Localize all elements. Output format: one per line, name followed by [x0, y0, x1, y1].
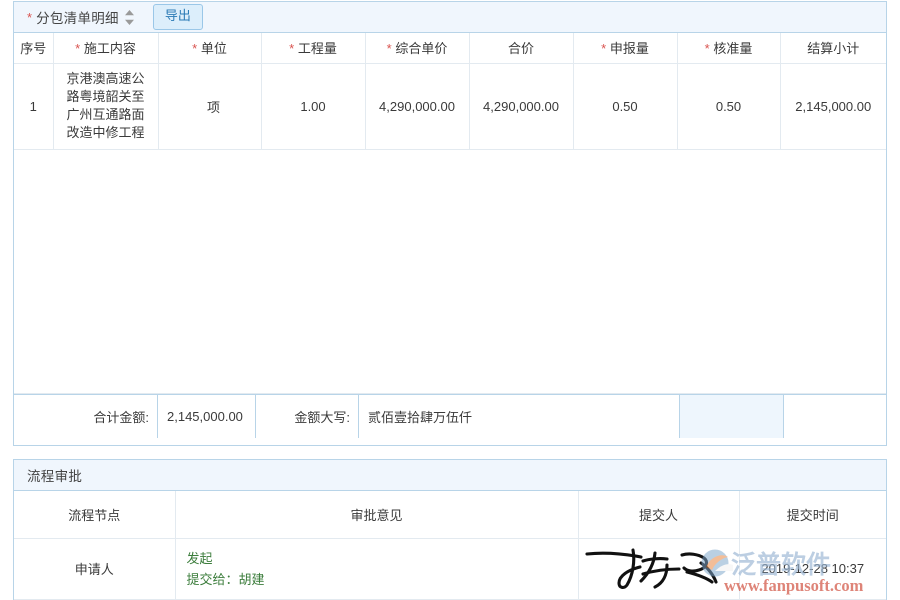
- required-star-icon: *: [705, 41, 710, 56]
- cell-total-price: 4,290,000.00: [469, 63, 573, 149]
- required-star-icon: *: [75, 41, 80, 56]
- app-page: * 分包清单明细 导出: [0, 0, 900, 600]
- col-header-settle-subtotal[interactable]: 结算小计: [780, 33, 886, 63]
- col-label: 合价: [508, 41, 534, 56]
- total-amount-value: 2,145,000.00: [158, 395, 256, 438]
- cell-declared[interactable]: 0.50: [573, 63, 677, 149]
- cell-approval-opinion: 发起 提交给：胡建: [175, 538, 578, 599]
- cell-unit-price[interactable]: 4,290,000.00: [365, 63, 469, 149]
- col-header-quantity[interactable]: * 工程量: [261, 33, 365, 63]
- subcontract-panel-header: * 分包清单明细 导出: [14, 2, 886, 33]
- cell-settle-subtotal: 2,145,000.00: [780, 63, 886, 149]
- subcontract-table: 序号 * 施工内容 * 单位 * 工程量 *: [14, 33, 886, 394]
- col-label: 综合单价: [395, 41, 447, 56]
- required-star-icon: *: [289, 41, 294, 56]
- approval-panel-title: 流程审批: [27, 465, 82, 485]
- export-button[interactable]: 导出: [153, 4, 203, 29]
- signature-icon: [583, 541, 735, 593]
- approval-row: 申请人 发起 提交给：胡建: [14, 538, 886, 599]
- col-header-opinion: 审批意见: [175, 491, 578, 538]
- subcontract-panel-title: 分包清单明细: [36, 7, 119, 27]
- subcontract-summary-row: 合计金额: 2,145,000.00 金额大写: 贰佰壹拾肆万伍仟: [14, 394, 886, 438]
- cell-content[interactable]: 京港澳高速公路粤境韶关至广州互通路面改造中修工程: [53, 63, 158, 149]
- col-label: 结算小计: [807, 41, 859, 56]
- opinion-submit-to: 提交给：胡建: [187, 569, 578, 590]
- subcontract-table-header-row: 序号 * 施工内容 * 单位 * 工程量 *: [14, 33, 886, 63]
- table-row[interactable]: 1 京港澳高速公路粤境韶关至广州互通路面改造中修工程 项 1.00 4,290,…: [14, 63, 886, 149]
- col-label: 核准量: [713, 41, 752, 56]
- col-label: 申报量: [610, 41, 649, 56]
- sort-updown-icon[interactable]: [124, 9, 135, 26]
- col-header-content[interactable]: * 施工内容: [53, 33, 158, 63]
- summary-filler-tinted: [680, 395, 784, 438]
- subcontract-detail-panel: * 分包清单明细 导出: [13, 1, 887, 446]
- required-star-icon: *: [27, 11, 32, 24]
- col-label: 序号: [20, 41, 46, 56]
- capital-amount-label: 金额大写:: [256, 395, 359, 438]
- cell-submit-time: 2019-12-28 10:37: [739, 538, 886, 599]
- required-star-icon: *: [192, 41, 197, 56]
- col-header-submitter: 提交人: [578, 491, 739, 538]
- required-star-icon: *: [387, 41, 392, 56]
- col-label: 单位: [201, 41, 227, 56]
- cell-quantity[interactable]: 1.00: [261, 63, 365, 149]
- col-header-submit-time: 提交时间: [739, 491, 886, 538]
- col-label: 施工内容: [84, 41, 136, 56]
- cell-approval-node: 申请人: [14, 538, 175, 599]
- cell-seq: 1: [14, 63, 53, 149]
- approval-header-row: 流程节点 审批意见 提交人 提交时间: [14, 491, 886, 538]
- col-label: 工程量: [298, 41, 337, 56]
- col-header-approved[interactable]: * 核准量: [677, 33, 780, 63]
- col-header-node: 流程节点: [14, 491, 175, 538]
- approval-table: 流程节点 审批意见 提交人 提交时间 申请人 发起 提交给：胡建: [14, 491, 886, 600]
- col-header-unit-price[interactable]: * 综合单价: [365, 33, 469, 63]
- table-empty-area: [14, 149, 886, 393]
- col-header-declared[interactable]: * 申报量: [573, 33, 677, 63]
- approval-panel-header: 流程审批: [14, 460, 886, 491]
- cell-submitter-signature: [578, 538, 739, 599]
- empty-space: [14, 149, 886, 393]
- col-header-total-price[interactable]: 合价: [469, 33, 573, 63]
- col-header-unit[interactable]: * 单位: [158, 33, 261, 63]
- capital-amount-value[interactable]: 贰佰壹拾肆万伍仟: [359, 395, 680, 438]
- approval-panel: 流程审批 流程节点 审批意见 提交人 提交时间 申请人: [13, 459, 887, 600]
- cell-unit[interactable]: 项: [158, 63, 261, 149]
- cell-approved[interactable]: 0.50: [677, 63, 780, 149]
- total-amount-label: 合计金额:: [14, 395, 158, 438]
- required-star-icon: *: [601, 41, 606, 56]
- col-header-seq[interactable]: 序号: [14, 33, 53, 63]
- opinion-action: 发起: [187, 548, 578, 569]
- summary-filler-plain: [784, 395, 886, 438]
